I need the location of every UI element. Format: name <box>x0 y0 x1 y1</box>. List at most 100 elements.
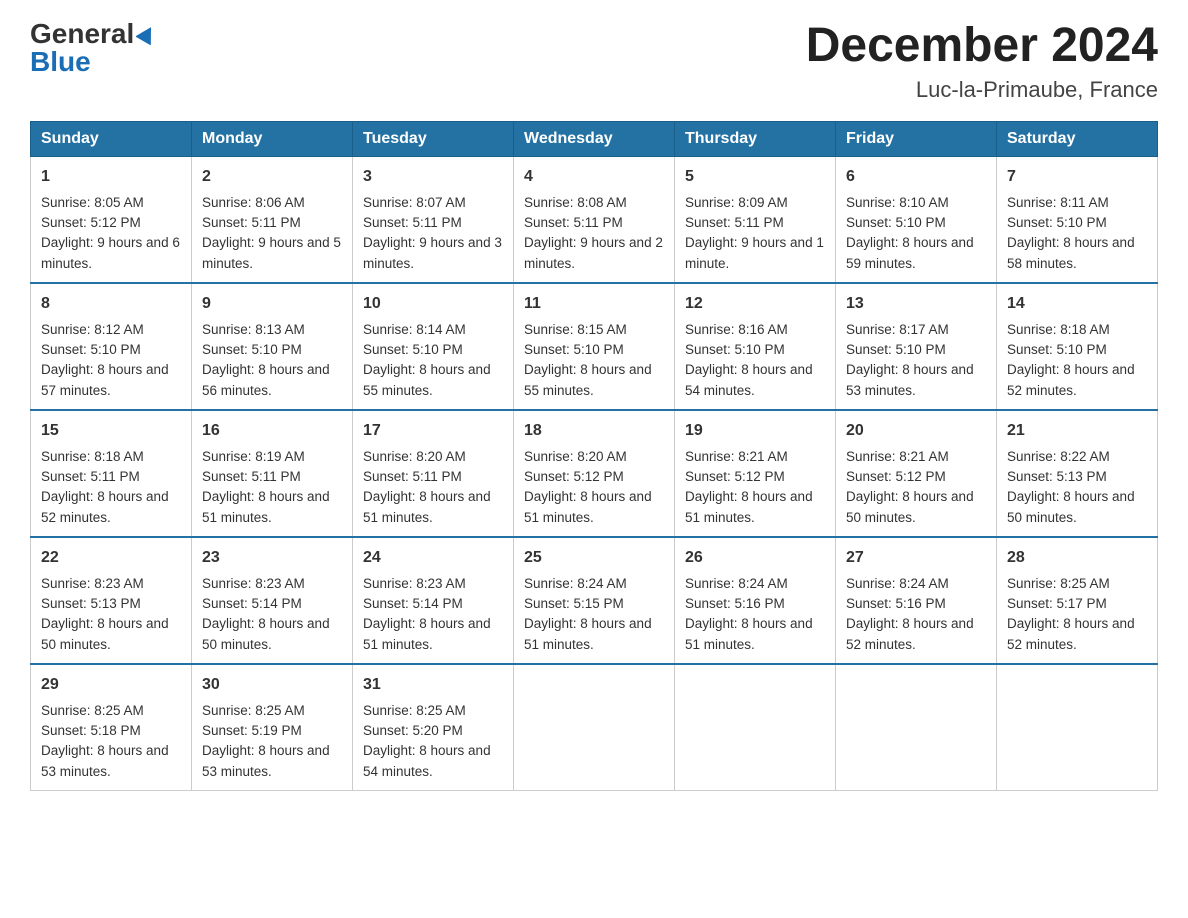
calendar-week-row: 22 Sunrise: 8:23 AM Sunset: 5:13 PM Dayligh… <box>31 537 1158 664</box>
sunrise-text: Sunrise: 8:25 AM <box>1007 576 1110 591</box>
day-number: 1 <box>41 165 181 189</box>
sunrise-text: Sunrise: 8:10 AM <box>846 195 949 210</box>
sunset-text: Sunset: 5:10 PM <box>202 342 302 357</box>
daylight-text: Daylight: 9 hours and 5 minutes. <box>202 235 341 270</box>
day-number: 16 <box>202 419 342 443</box>
month-title: December 2024 <box>806 20 1158 73</box>
calendar-cell: 28Sunrise: 8:25 AMSunset: 5:17 PMDayligh… <box>997 537 1158 664</box>
calendar-week-row: 8Sunrise: 8:12 AMSunset: 5:10 PMDaylight… <box>31 283 1158 410</box>
daylight-text: Daylight: 8 hours and 53 minutes. <box>41 743 169 778</box>
day-number: 30 <box>202 673 342 697</box>
day-number: 22 <box>41 546 181 570</box>
sunset-text: Sunset: 5:13 PM <box>41 596 141 611</box>
sunset-text: Sunset: 5:10 PM <box>846 342 946 357</box>
daylight-text: Daylight: 9 hours and 2 minutes. <box>524 235 663 270</box>
calendar-cell: 4Sunrise: 8:08 AMSunset: 5:11 PMDaylight… <box>514 156 675 283</box>
calendar-cell: 2Sunrise: 8:06 AMSunset: 5:11 PMDaylight… <box>192 156 353 283</box>
sunset-text: Sunset: 5:11 PM <box>524 215 623 230</box>
sunrise-text: Sunrise: 8:22 AM <box>1007 449 1110 464</box>
sunrise-text: Sunrise: 8:18 AM <box>1007 322 1110 337</box>
day-number: 17 <box>363 419 503 443</box>
sunset-text: Sunset: 5:10 PM <box>363 342 463 357</box>
daylight-text: Daylight: 9 hours and 3 minutes. <box>363 235 502 270</box>
calendar-cell: 16Sunrise: 8:19 AMSunset: 5:11 PMDayligh… <box>192 410 353 537</box>
sunset-text: Sunset: 5:19 PM <box>202 723 302 738</box>
daylight-text: Daylight: 8 hours and 50 minutes. <box>202 616 330 651</box>
header-day-sunday: Sunday <box>31 121 192 156</box>
sunrise-text: Sunrise: 8:23 AM <box>41 576 144 591</box>
header-day-tuesday: Tuesday <box>353 121 514 156</box>
calendar-cell: 11Sunrise: 8:15 AMSunset: 5:10 PMDayligh… <box>514 283 675 410</box>
calendar-cell: 22Sunrise: 8:23 AMSunset: 5:13 PMDayligh… <box>31 537 192 664</box>
daylight-text: Daylight: 8 hours and 50 minutes. <box>846 489 974 524</box>
daylight-text: Daylight: 8 hours and 55 minutes. <box>524 362 652 397</box>
calendar-header-row: SundayMondayTuesdayWednesdayThursdayFrid… <box>31 121 1158 156</box>
calendar-cell <box>997 664 1158 791</box>
sunset-text: Sunset: 5:10 PM <box>41 342 141 357</box>
daylight-text: Daylight: 8 hours and 56 minutes. <box>202 362 330 397</box>
sunset-text: Sunset: 5:10 PM <box>685 342 785 357</box>
daylight-text: Daylight: 8 hours and 51 minutes. <box>524 616 652 651</box>
calendar-cell: 15Sunrise: 8:18 AMSunset: 5:11 PMDayligh… <box>31 410 192 537</box>
day-number: 10 <box>363 292 503 316</box>
sunrise-text: Sunrise: 8:24 AM <box>524 576 627 591</box>
page-header: General Blue December 2024 Luc-la-Primau… <box>30 20 1158 103</box>
title-block: December 2024 Luc-la-Primaube, France <box>806 20 1158 103</box>
calendar-cell: 9 Sunrise: 8:13 AM Sunset: 5:10 PM Daylight… <box>192 283 353 410</box>
header-day-saturday: Saturday <box>997 121 1158 156</box>
sunrise-text: Sunrise: 8:23 AM <box>202 576 305 591</box>
daylight-text: Daylight: 8 hours and 51 minutes. <box>685 489 813 524</box>
day-number: 14 <box>1007 292 1147 316</box>
calendar-cell: 19Sunrise: 8:21 AMSunset: 5:12 PMDayligh… <box>675 410 836 537</box>
day-number: 2 <box>202 165 342 189</box>
day-number: 24 <box>363 546 503 570</box>
daylight-text: Daylight: 8 hours and 52 minutes. <box>41 489 169 524</box>
calendar-cell: 6 Sunrise: 8:10 AM Sunset: 5:10 PM Daylight… <box>836 156 997 283</box>
sunset-text: Sunset: 5:12 PM <box>685 469 785 484</box>
day-number: 6 <box>846 165 986 189</box>
sunset-text: Sunset: 5:20 PM <box>363 723 463 738</box>
sunrise-text: Sunrise: 8:18 AM <box>41 449 144 464</box>
calendar-cell: 24 Sunrise: 8:23 AM Sunset: 5:14 PM Dayligh… <box>353 537 514 664</box>
calendar-cell: 20Sunrise: 8:21 AMSunset: 5:12 PMDayligh… <box>836 410 997 537</box>
daylight-text: Daylight: 9 hours and 6 minutes. <box>41 235 180 270</box>
sunrise-text: Sunrise: 8:12 AM <box>41 322 144 337</box>
calendar-cell: 25Sunrise: 8:24 AMSunset: 5:15 PMDayligh… <box>514 537 675 664</box>
sunset-text: Sunset: 5:11 PM <box>363 215 462 230</box>
daylight-text: Daylight: 8 hours and 51 minutes. <box>363 616 491 651</box>
calendar-cell: 17Sunrise: 8:20 AMSunset: 5:11 PMDayligh… <box>353 410 514 537</box>
calendar-cell: 13Sunrise: 8:17 AMSunset: 5:10 PMDayligh… <box>836 283 997 410</box>
sunset-text: Sunset: 5:16 PM <box>846 596 946 611</box>
sunset-text: Sunset: 5:15 PM <box>524 596 624 611</box>
sunset-text: Sunset: 5:16 PM <box>685 596 785 611</box>
calendar-cell: 21Sunrise: 8:22 AMSunset: 5:13 PMDayligh… <box>997 410 1158 537</box>
sunrise-text: Sunrise: 8:25 AM <box>41 703 144 718</box>
sunset-text: Sunset: 5:14 PM <box>202 596 302 611</box>
sunset-text: Sunset: 5:10 PM <box>846 215 946 230</box>
sunrise-text: Sunrise: 8:13 AM <box>202 322 305 337</box>
calendar-cell: 27Sunrise: 8:24 AMSunset: 5:16 PMDayligh… <box>836 537 997 664</box>
sunset-text: Sunset: 5:14 PM <box>363 596 463 611</box>
header-day-wednesday: Wednesday <box>514 121 675 156</box>
daylight-text: Daylight: 8 hours and 59 minutes. <box>846 235 974 270</box>
calendar-cell: 23Sunrise: 8:23 AMSunset: 5:14 PMDayligh… <box>192 537 353 664</box>
sunrise-text: Sunrise: 8:11 AM <box>1007 195 1109 210</box>
sunset-text: Sunset: 5:12 PM <box>41 215 141 230</box>
calendar-cell: 18Sunrise: 8:20 AMSunset: 5:12 PMDayligh… <box>514 410 675 537</box>
logo-general-text: General <box>30 20 134 48</box>
sunrise-text: Sunrise: 8:23 AM <box>363 576 466 591</box>
sunset-text: Sunset: 5:12 PM <box>846 469 946 484</box>
sunrise-text: Sunrise: 8:20 AM <box>363 449 466 464</box>
daylight-text: Daylight: 8 hours and 52 minutes. <box>1007 616 1135 651</box>
logo: General Blue <box>30 20 158 76</box>
sunset-text: Sunset: 5:11 PM <box>685 215 784 230</box>
calendar-cell: 8Sunrise: 8:12 AMSunset: 5:10 PMDaylight… <box>31 283 192 410</box>
calendar-cell: 26Sunrise: 8:24 AMSunset: 5:16 PMDayligh… <box>675 537 836 664</box>
day-number: 9 <box>202 292 342 316</box>
daylight-text: Daylight: 9 hours and 1 minute. <box>685 235 824 270</box>
day-number: 27 <box>846 546 986 570</box>
sunset-text: Sunset: 5:10 PM <box>524 342 624 357</box>
calendar-cell: 1Sunrise: 8:05 AMSunset: 5:12 PMDaylight… <box>31 156 192 283</box>
calendar-week-row: 29Sunrise: 8:25 AMSunset: 5:18 PMDayligh… <box>31 664 1158 791</box>
day-number: 26 <box>685 546 825 570</box>
